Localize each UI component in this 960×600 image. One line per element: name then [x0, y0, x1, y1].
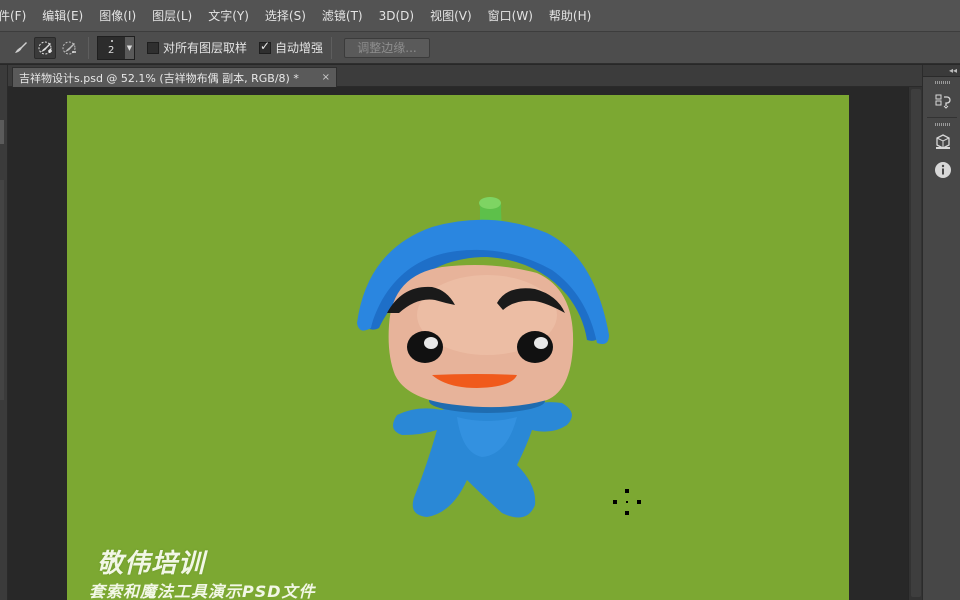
refine-edge-button[interactable]: 调整边缘...: [344, 37, 431, 58]
auto-enhance-option[interactable]: 自动增强: [259, 39, 323, 56]
brush-size-value: 2: [108, 44, 115, 56]
quick-selection-add-button[interactable]: [34, 36, 56, 59]
3d-icon: [936, 134, 950, 149]
panel-grip[interactable]: [935, 123, 951, 126]
quick-selection-new-button[interactable]: [10, 37, 32, 59]
tools-panel-tab[interactable]: [0, 120, 4, 144]
chevron-down-icon[interactable]: ▼: [124, 36, 134, 59]
document-canvas[interactable]: 敬伟培训 套索和魔法工具演示PSD文件: [67, 95, 849, 600]
menu-help[interactable]: 帮助(H): [541, 0, 599, 32]
options-separator: [88, 36, 89, 59]
history-icon: [935, 94, 951, 109]
menu-image[interactable]: 图像(I): [91, 0, 144, 32]
menu-filter[interactable]: 滤镜(T): [314, 0, 371, 32]
history-panel-button[interactable]: [934, 93, 952, 111]
sample-all-layers-checkbox[interactable]: [147, 41, 159, 54]
quick-selection-subtract-icon: [62, 41, 76, 54]
brush-preview-dot: [111, 39, 113, 42]
menu-bar: 件(F) 编辑(E) 图像(I) 图层(L) 文字(Y) 选择(S) 滤镜(T)…: [0, 0, 960, 32]
dock-separator: [927, 117, 957, 118]
auto-enhance-checkbox[interactable]: [259, 39, 272, 54]
mascot-plush-image: [357, 197, 609, 518]
3d-panel-button[interactable]: [934, 133, 952, 151]
watermark-title: 敬伟培训: [97, 549, 206, 579]
quick-selection-subtract-button[interactable]: [58, 37, 80, 59]
menu-3d[interactable]: 3D(D): [371, 0, 422, 32]
sample-all-layers-label: 对所有图层取样: [163, 41, 248, 55]
sample-all-layers-option[interactable]: 对所有图层取样: [147, 39, 247, 56]
right-panel-dock: ◂◂: [922, 65, 960, 600]
close-icon[interactable]: ×: [322, 72, 330, 83]
tools-panel-edge: [0, 65, 8, 600]
document-tab-bar: 吉祥物设计s.psd @ 52.1% (吉祥物布偶 副本, RGB/8) * ×: [8, 65, 922, 87]
info-icon: [935, 162, 951, 178]
crosshair-cursor-icon: [613, 489, 641, 515]
menu-file[interactable]: 件(F): [0, 0, 34, 32]
document-tab[interactable]: 吉祥物设计s.psd @ 52.1% (吉祥物布偶 副本, RGB/8) * ×: [12, 67, 337, 87]
brush-size-picker[interactable]: 2 ▼: [97, 35, 135, 60]
menu-edit[interactable]: 编辑(E): [34, 0, 91, 32]
tools-panel-strip: [0, 180, 4, 400]
quick-selection-add-icon: [38, 41, 52, 54]
scrollbar-thumb[interactable]: [911, 89, 921, 597]
menu-layer[interactable]: 图层(L): [144, 0, 200, 32]
info-panel-button[interactable]: [934, 161, 952, 179]
menu-view[interactable]: 视图(V): [422, 0, 480, 32]
collapse-panels-button[interactable]: ◂◂: [923, 65, 960, 77]
menu-type[interactable]: 文字(Y): [200, 0, 257, 32]
panel-grip[interactable]: [935, 81, 951, 84]
menu-select[interactable]: 选择(S): [257, 0, 314, 32]
options-separator: [331, 36, 333, 59]
options-bar: 2 ▼ 对所有图层取样 自动增强 调整边缘...: [0, 32, 960, 64]
vertical-scrollbar[interactable]: [908, 87, 922, 600]
menu-window[interactable]: 窗口(W): [480, 0, 541, 32]
watermark-subtitle: 套索和魔法工具演示PSD文件: [89, 582, 316, 600]
auto-enhance-label: 自动增强: [275, 41, 324, 55]
quick-selection-new-icon: [15, 41, 27, 53]
document-tab-title: 吉祥物设计s.psd @ 52.1% (吉祥物布偶 副本, RGB/8) *: [19, 71, 299, 85]
